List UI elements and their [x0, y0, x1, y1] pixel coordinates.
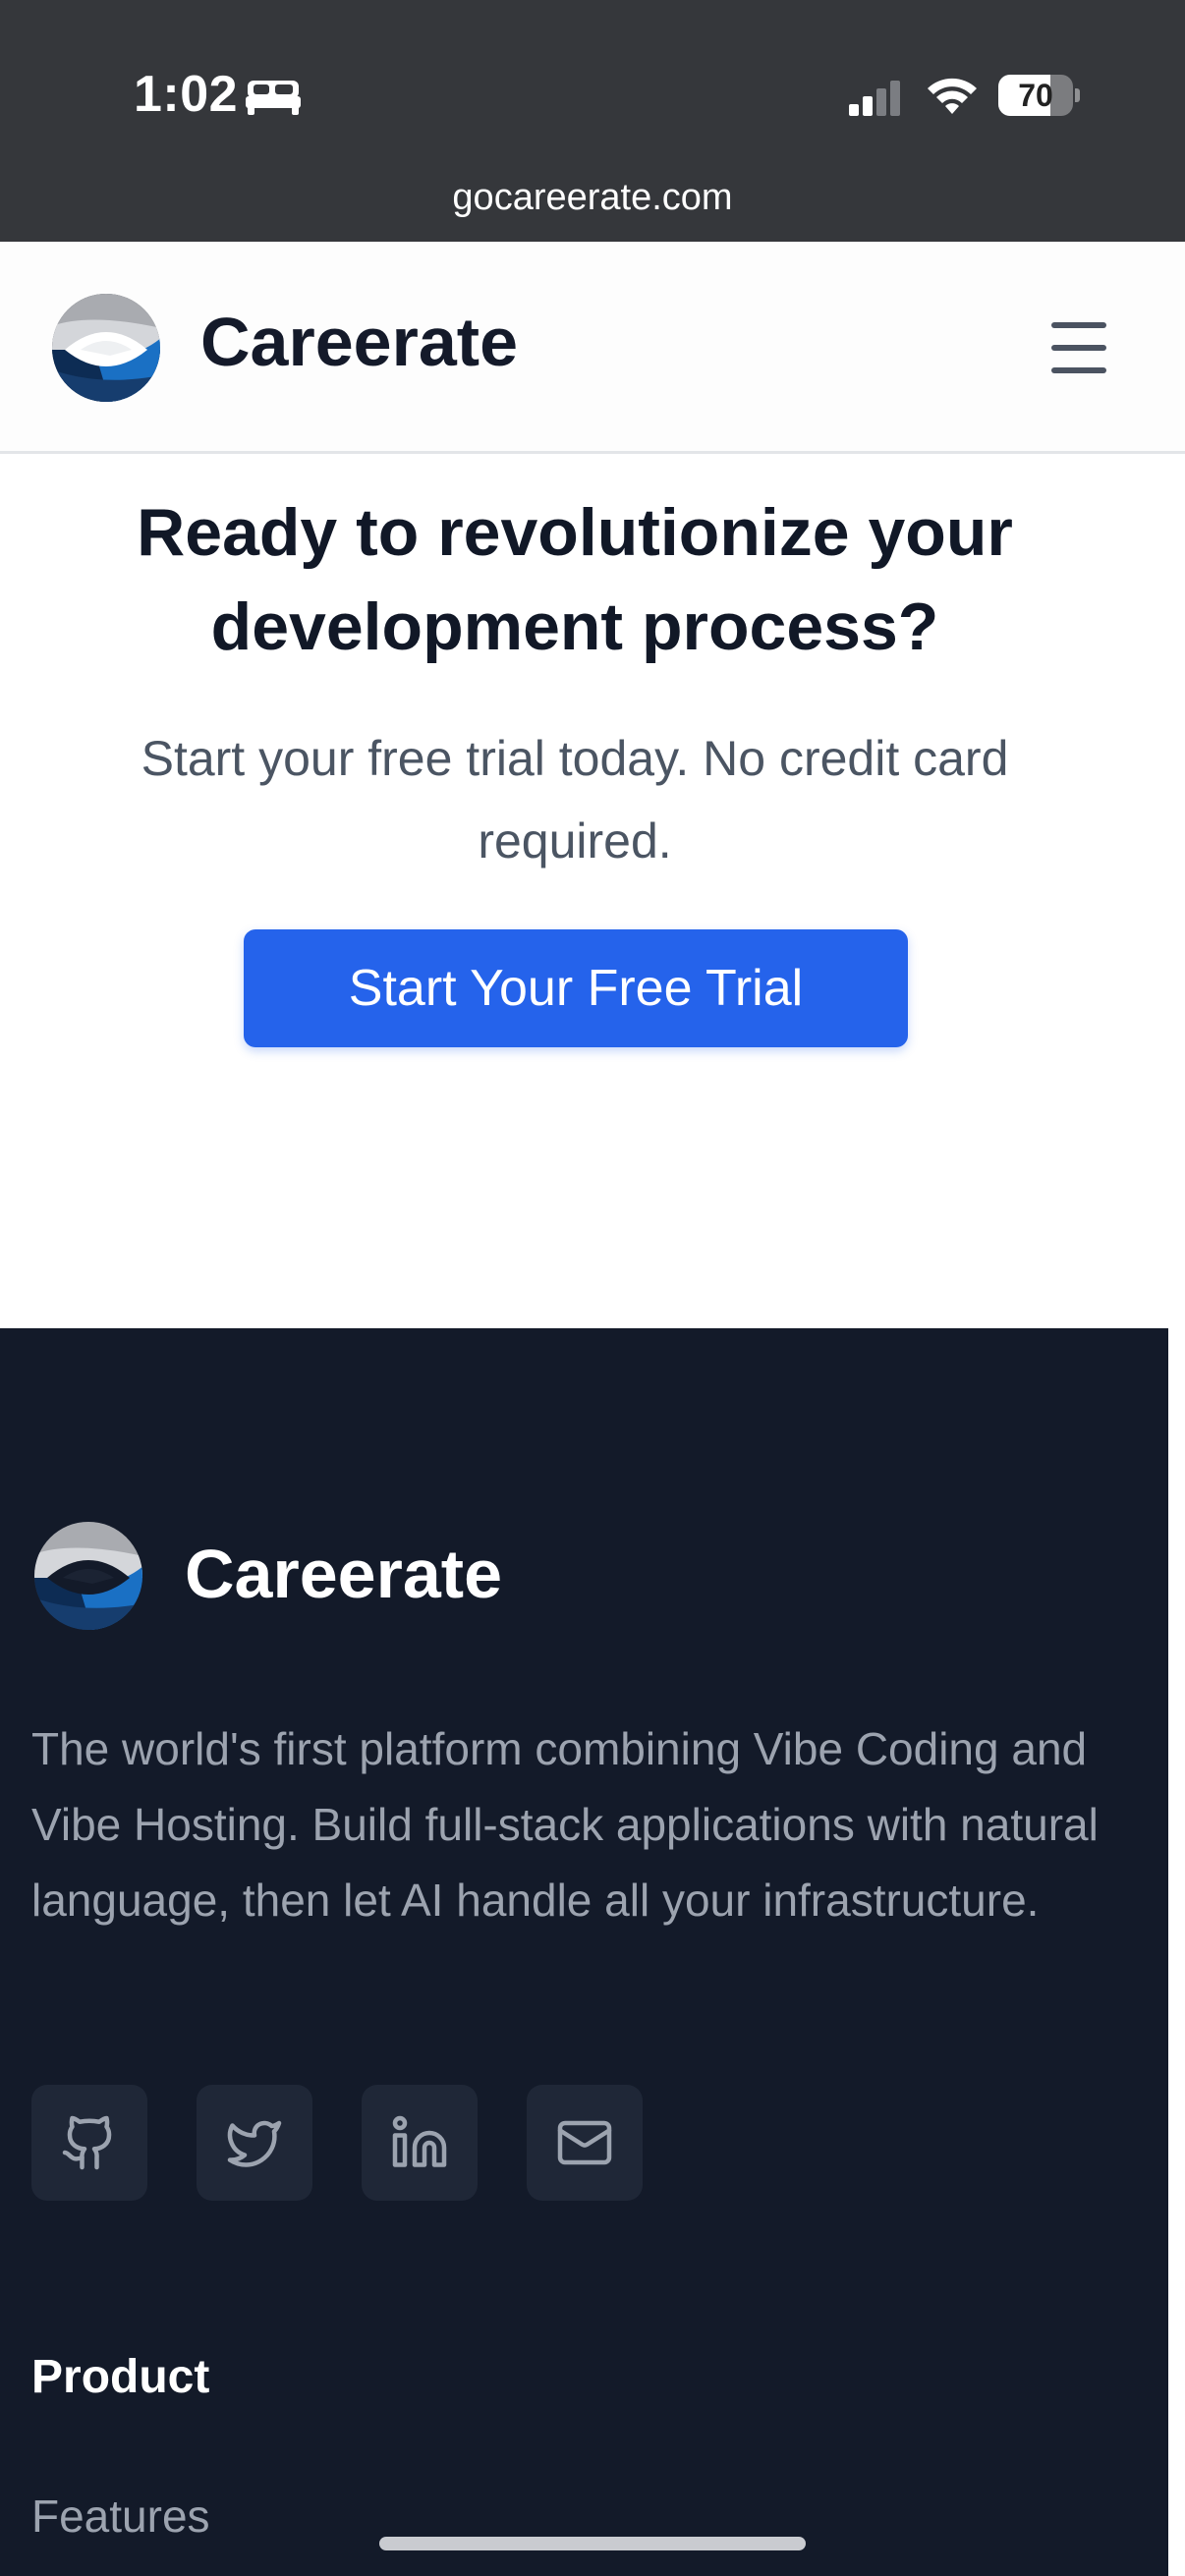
menu-line-icon: [1051, 322, 1106, 328]
home-indicator[interactable]: [379, 2537, 806, 2550]
footer-brand-name[interactable]: Careerate: [185, 1535, 502, 1613]
cta-subtitle: Start your free trial today. No credit c…: [141, 731, 1009, 868]
footer-link-features[interactable]: Features: [31, 2490, 210, 2543]
github-icon: [62, 2115, 112, 2170]
wifi-icon: [928, 78, 977, 114]
cellular-signal-icon: [849, 81, 900, 116]
linkedin-icon: [392, 2115, 447, 2167]
address-bar-url[interactable]: gocareerate.com: [0, 177, 1185, 219]
cta-title: Ready to revolutionize your development …: [137, 495, 1013, 664]
battery-level: 70: [1018, 78, 1053, 113]
mail-icon: [557, 2120, 612, 2165]
page-edge: [1168, 1328, 1185, 2576]
header-brand-name[interactable]: Careerate: [200, 303, 518, 381]
email-link-button[interactable]: [527, 2085, 643, 2201]
site-header: Careerate: [0, 242, 1185, 454]
status-time: 1:02: [134, 66, 239, 123]
menu-line-icon: [1051, 345, 1106, 351]
footer-description: The world's first platform combining Vib…: [31, 1723, 1099, 1926]
battery-cap: [1075, 88, 1080, 102]
careerate-logo-icon[interactable]: [33, 1521, 143, 1631]
menu-line-icon: [1051, 367, 1106, 373]
linkedin-link-button[interactable]: [362, 2085, 478, 2201]
battery-body: 70: [998, 75, 1073, 116]
careerate-logo-icon[interactable]: [51, 293, 161, 403]
start-free-trial-button[interactable]: Start Your Free Trial: [244, 929, 908, 1047]
github-link-button[interactable]: [31, 2085, 147, 2201]
cta-section: Ready to revolutionize your development …: [0, 454, 1185, 1328]
footer-product-heading: Product: [31, 2351, 210, 2403]
twitter-icon: [227, 2120, 282, 2167]
hamburger-menu-button[interactable]: [1045, 316, 1114, 379]
sleep-focus-icon: [246, 81, 301, 115]
status-bar: 1:02 70 gocareerate.com: [0, 0, 1185, 242]
site-footer: Careerate The world's first platform com…: [0, 1328, 1168, 2576]
twitter-link-button[interactable]: [197, 2085, 312, 2201]
battery-indicator: 70: [998, 75, 1080, 116]
